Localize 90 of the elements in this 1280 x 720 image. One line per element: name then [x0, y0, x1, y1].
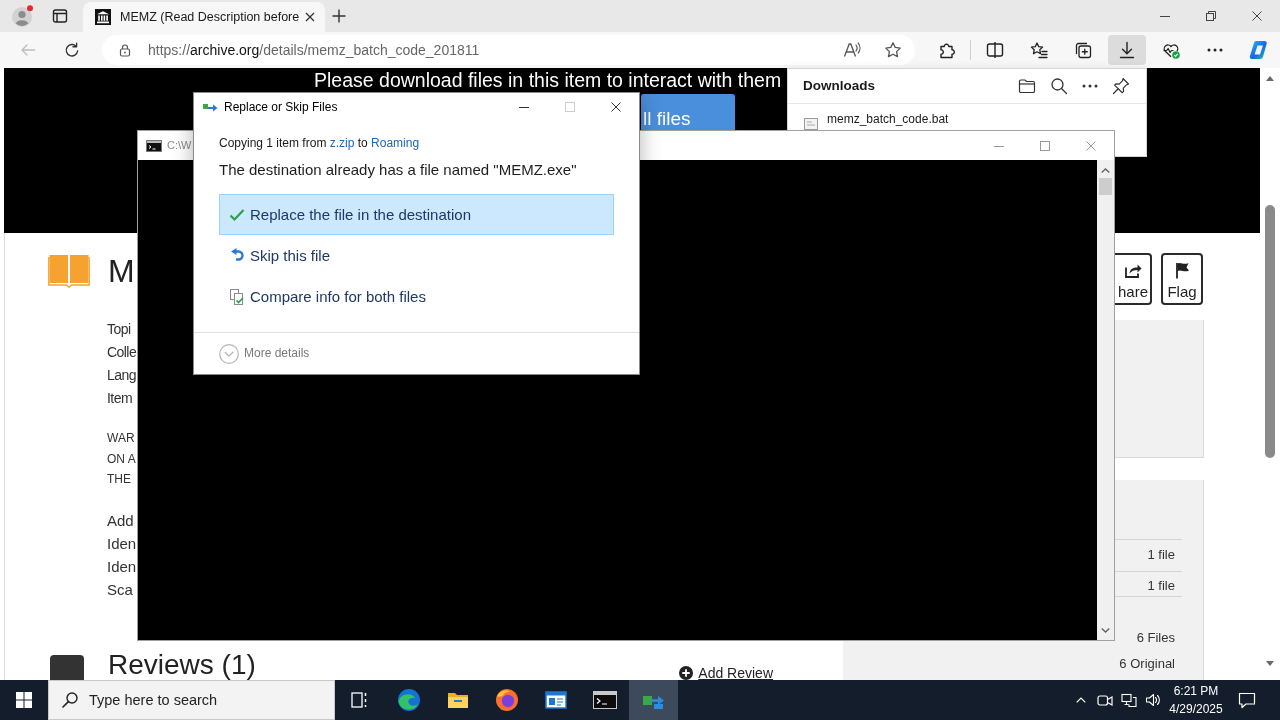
scrollbar-thumb[interactable] — [1265, 205, 1275, 458]
copy-status-text: Copying 1 item from z.zip to Roaming — [219, 136, 420, 150]
camera-icon[interactable] — [1097, 692, 1113, 708]
dialog-option[interactable]: Skip this file — [219, 235, 341, 276]
detail-label: Sca — [107, 579, 133, 600]
start-menu-icon[interactable] — [16, 692, 32, 708]
lock-icon[interactable] — [118, 43, 132, 57]
search-field[interactable]: Type here to search — [48, 680, 335, 720]
dialog-option[interactable]: Replace the file in the destination — [219, 194, 614, 235]
terminal-icon — [592, 691, 617, 709]
item-title: M — [108, 253, 135, 289]
address-field[interactable]: https://archive.org/details/memz_batch_code_201811 — [102, 35, 915, 65]
pin-icon[interactable] — [1112, 77, 1130, 95]
panel-title: Downloads — [803, 77, 875, 95]
terminal-icon — [146, 139, 162, 152]
globe-icon — [494, 688, 519, 712]
split-screen-icon — [986, 41, 1004, 59]
download-item[interactable]: memz_batch_code.bat — [788, 104, 1146, 130]
search-icon[interactable] — [1050, 77, 1068, 95]
check-icon — [229, 206, 245, 223]
volume-icon[interactable] — [1145, 692, 1161, 708]
add-review-link[interactable]: Add Review — [679, 666, 773, 680]
more-details-toggle[interactable]: More details — [219, 343, 310, 364]
warning-text: WAR — [107, 430, 135, 447]
flag-button[interactable]: Flag — [1161, 253, 1203, 305]
window-title: Replace or Skip Files — [224, 99, 338, 115]
metadata-label: Item — [107, 388, 133, 408]
new-tab-icon[interactable] — [332, 9, 346, 23]
files-total: 6 Original — [1119, 655, 1175, 673]
app-window-icon — [543, 688, 568, 712]
scroll-up-icon[interactable] — [1266, 76, 1274, 81]
tab-actions-icon[interactable] — [52, 8, 68, 24]
file-count: 1 file — [1147, 578, 1175, 594]
rounded-square-icon — [50, 655, 84, 680]
detail-label: Add — [107, 510, 134, 531]
folder-icon[interactable] — [1018, 77, 1036, 95]
collections-icon — [1074, 41, 1092, 59]
scroll-down-icon[interactable] — [1101, 628, 1110, 633]
search-icon — [62, 692, 78, 708]
share-button[interactable]: hare — [1115, 253, 1152, 305]
file-transfer-icon — [203, 101, 218, 113]
chevron-circle-icon — [219, 343, 239, 364]
notification-icon[interactable] — [1238, 691, 1256, 709]
scroll-up-icon[interactable] — [1101, 168, 1110, 173]
open-book-icon — [48, 254, 90, 288]
clock-button[interactable]: 6:21 PM 4/29/2025 — [1165, 682, 1227, 718]
swirl-circle-icon — [396, 688, 421, 712]
browser-tab[interactable]: MEMZ (Read Description before — [83, 2, 325, 32]
flag-icon — [1173, 261, 1191, 279]
favorite-star-icon[interactable] — [884, 41, 902, 59]
compare-files-icon — [229, 288, 245, 305]
reviews-heading: Reviews (1) — [108, 649, 256, 680]
file-count: 1 file — [1147, 547, 1175, 563]
source-link[interactable]: z.zip — [329, 136, 355, 150]
warning-text: ON A — [107, 450, 136, 468]
puzzle-icon — [938, 41, 956, 59]
banner-text: Please download files in this item to interact with them — [314, 68, 782, 92]
task-view-icon — [350, 691, 369, 709]
metadata-label: Colle — [107, 342, 137, 362]
files-total: 6 Files — [1136, 629, 1175, 647]
close-tab-icon[interactable] — [305, 12, 315, 22]
profile-avatar-icon[interactable] — [11, 5, 33, 27]
download-icon — [1118, 41, 1136, 59]
refresh-icon[interactable] — [64, 42, 80, 58]
assistant-logo-icon — [1249, 40, 1269, 60]
destination-link[interactable]: Roaming — [371, 136, 420, 150]
network-icon[interactable] — [1121, 692, 1137, 708]
read-aloud-icon[interactable] — [843, 41, 861, 59]
warning-text: THE — [107, 471, 131, 488]
close-icon[interactable] — [611, 102, 621, 112]
heart-pulse-icon — [1162, 41, 1180, 59]
downloads-button[interactable] — [1108, 35, 1146, 65]
more-icon[interactable] — [1082, 84, 1098, 88]
detail-label: Iden — [107, 533, 137, 554]
conflict-message: The destination already has a file named "MEMZ.exe" — [219, 160, 577, 180]
restore-icon[interactable] — [1206, 11, 1216, 21]
show-hidden-icon[interactable] — [1076, 697, 1086, 703]
columns-building-icon — [95, 9, 111, 25]
more-icon — [1207, 48, 1223, 52]
detail-label: Iden — [107, 556, 137, 577]
dialog-option[interactable]: Compare info for both files — [219, 276, 436, 317]
metadata-label: Topi — [107, 319, 131, 339]
close-icon[interactable] — [1252, 11, 1262, 21]
skip-arrow-icon — [229, 247, 245, 264]
scrollbar-thumb[interactable] — [1099, 178, 1112, 195]
window-title: C:\W — [167, 138, 192, 153]
metadata-label: Lang — [107, 365, 136, 385]
scroll-down-icon[interactable] — [1266, 661, 1274, 666]
maximize-icon[interactable] — [1040, 140, 1050, 151]
star-list-icon — [1030, 41, 1048, 59]
